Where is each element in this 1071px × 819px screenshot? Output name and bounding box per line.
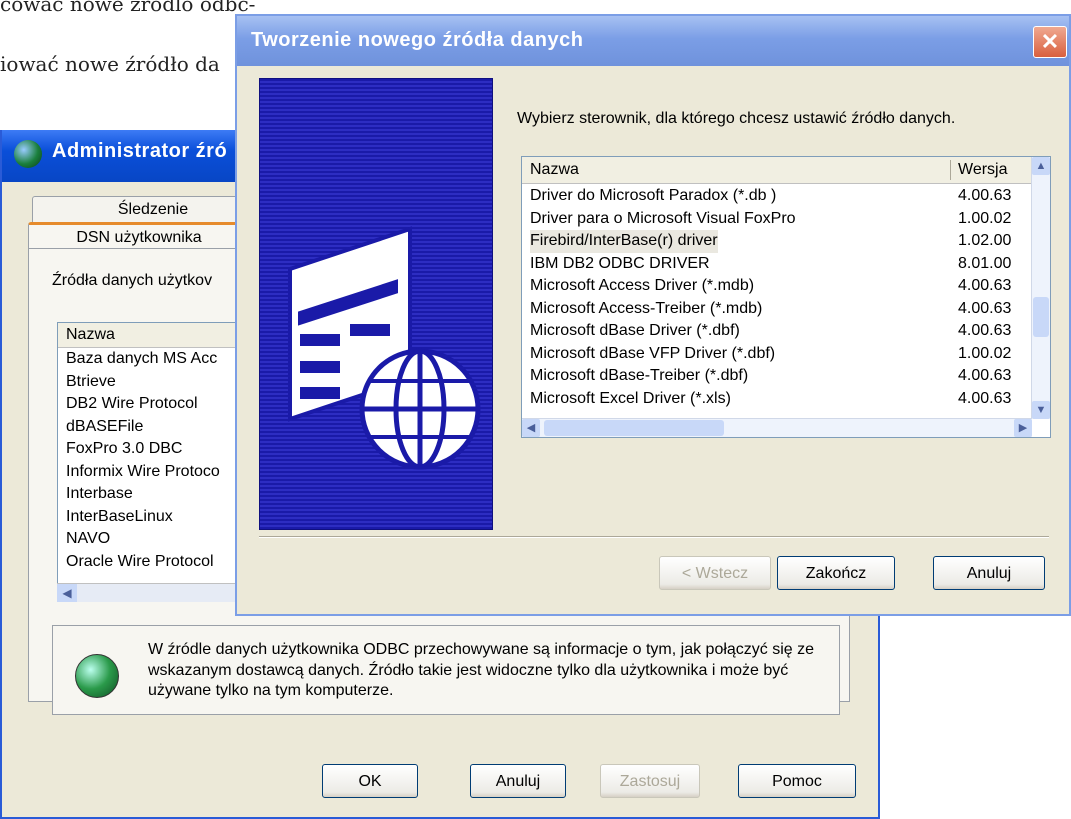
table-row[interactable]: Microsoft Excel Driver (*.xls) 4.00.63 (522, 388, 1032, 411)
driver-name: Microsoft Excel Driver (*.xls) (530, 389, 731, 407)
wizard-title-bar[interactable]: Tworzenie nowego źródła danych ✕ (237, 16, 1069, 66)
table-row-selected[interactable]: Firebird/InterBase(r) driver 1.02.00 (522, 230, 1032, 253)
driver-version: 8.01.00 (958, 254, 1012, 272)
dsn-list-header-name[interactable]: Nazwa (58, 323, 258, 348)
list-item[interactable]: InterBaseLinux (58, 506, 258, 529)
list-item[interactable]: dBASEFile (58, 416, 258, 439)
finish-button[interactable]: Zakończ (777, 556, 895, 590)
scroll-left-icon[interactable]: ◀ (57, 584, 77, 602)
driver-list-vertical-scrollbar[interactable]: ▲ ▼ (1031, 157, 1050, 419)
globe-database-icon (75, 654, 119, 698)
help-button[interactable]: Pomoc (738, 764, 856, 798)
driver-list-header: Nazwa Wersja (522, 157, 1032, 184)
scroll-right-icon[interactable]: ▶ (1014, 419, 1032, 437)
driver-name: Microsoft dBase VFP Driver (*.dbf) (530, 344, 776, 362)
document-text: iować nowe źródło da (0, 52, 220, 76)
dsn-list-horizontal-scrollbar[interactable]: ◀ (57, 583, 257, 602)
create-data-source-dialog: Tworzenie nowego źródła danych ✕ Wybierz… (235, 14, 1071, 616)
list-item[interactable]: Btrieve (58, 371, 258, 394)
vertical-scroll-thumb[interactable] (1033, 297, 1049, 337)
datasource-globe-icon (288, 226, 481, 470)
list-item[interactable]: DB2 Wire Protocol (58, 393, 258, 416)
list-item[interactable]: Informix Wire Protoco (58, 461, 258, 484)
driver-list[interactable]: Nazwa Wersja Driver do Microsoft Paradox… (521, 156, 1051, 438)
driver-name: IBM DB2 ODBC DRIVER (530, 254, 710, 272)
column-header-name[interactable]: Nazwa (530, 161, 579, 179)
scroll-up-icon[interactable]: ▲ (1032, 157, 1050, 175)
driver-version: 4.00.63 (958, 277, 1012, 294)
info-text: W źródle danych użytkownika ODBC przecho… (148, 641, 815, 699)
list-item[interactable]: NAVO (58, 528, 258, 551)
driver-name: Microsoft Access-Treiber (*.mdb) (530, 299, 763, 317)
scroll-down-icon[interactable]: ▼ (1032, 401, 1050, 419)
close-button[interactable]: ✕ (1033, 26, 1067, 58)
back-button[interactable]: < Wstecz (659, 556, 771, 590)
odbc-app-icon (14, 140, 42, 168)
document-text-top: cowac nowe zrodlo odbc- (0, 0, 256, 16)
driver-name: Microsoft dBase Driver (*.dbf) (530, 322, 740, 339)
tab-user-dsn[interactable]: DSN użytkownika (28, 222, 250, 251)
list-item[interactable]: FoxPro 3.0 DBC (58, 438, 258, 461)
horizontal-scroll-thumb[interactable] (544, 420, 724, 436)
apply-button[interactable]: Zastosuj (600, 764, 700, 798)
driver-version: 1.00.02 (958, 344, 1012, 362)
driver-name: Microsoft Access Driver (*.mdb) (530, 277, 755, 294)
user-dsn-list[interactable]: Nazwa Baza danych MS Acc Btrieve DB2 Wir… (57, 322, 259, 602)
info-box: W źródle danych użytkownika ODBC przecho… (52, 625, 840, 715)
wizard-window-title: Tworzenie nowego źródła danych (251, 29, 584, 51)
column-header-version[interactable]: Wersja (958, 161, 1018, 179)
driver-version: 4.00.63 (958, 367, 1012, 384)
driver-version: 1.02.00 (958, 232, 1012, 249)
driver-version: 1.00.02 (958, 209, 1012, 227)
driver-version: 4.00.63 (958, 322, 1012, 339)
table-row[interactable]: Microsoft dBase-Treiber (*.dbf) 4.00.63 (522, 365, 1032, 388)
list-item[interactable]: Interbase (58, 483, 258, 506)
list-item[interactable]: Oracle Wire Protocol (58, 551, 258, 574)
driver-name: Microsoft dBase-Treiber (*.dbf) (530, 367, 749, 384)
column-divider[interactable] (950, 160, 951, 180)
driver-rows: Driver do Microsoft Paradox (*.db ) 4.00.… (522, 185, 1032, 410)
driver-version: 4.00.63 (958, 187, 1012, 204)
scroll-left-icon[interactable]: ◀ (522, 419, 540, 437)
driver-version: 4.00.63 (958, 299, 1012, 317)
table-row[interactable]: Driver para o Microsoft Visual FoxPro 1.0… (522, 208, 1032, 231)
table-row[interactable]: Driver do Microsoft Paradox (*.db ) 4.00.… (522, 185, 1032, 208)
admin-window-title: Administrator źró (52, 140, 228, 162)
ok-button[interactable]: OK (322, 764, 418, 798)
driver-name: Driver do Microsoft Paradox (*.db ) (530, 187, 777, 204)
table-row[interactable]: IBM DB2 ODBC DRIVER 8.01.00 (522, 253, 1032, 276)
driver-name: Driver para o Microsoft Visual FoxPro (530, 209, 796, 227)
table-row[interactable]: Microsoft dBase Driver (*.dbf) 4.00.63 (522, 320, 1032, 343)
wizard-side-illustration (259, 78, 493, 530)
table-row[interactable]: Microsoft dBase VFP Driver (*.dbf) 1.00.0… (522, 343, 1032, 366)
driver-list-horizontal-scrollbar[interactable]: ◀ ▶ (522, 418, 1032, 437)
user-data-sources-label: Źródła danych użytkov (52, 272, 213, 289)
select-driver-prompt: Wybierz sterownik, dla którego chcesz us… (517, 110, 956, 127)
driver-version: 4.00.63 (958, 389, 1012, 407)
driver-name: Firebird/InterBase(r) driver (530, 230, 718, 253)
button-separator (259, 536, 1049, 538)
cancel-button[interactable]: Anuluj (933, 556, 1045, 590)
table-row[interactable]: Microsoft Access Driver (*.mdb) 4.00.63 (522, 275, 1032, 298)
cancel-button[interactable]: Anuluj (470, 764, 566, 798)
list-item[interactable]: Baza danych MS Acc (58, 348, 258, 371)
table-row[interactable]: Microsoft Access-Treiber (*.mdb) 4.00.63 (522, 298, 1032, 321)
